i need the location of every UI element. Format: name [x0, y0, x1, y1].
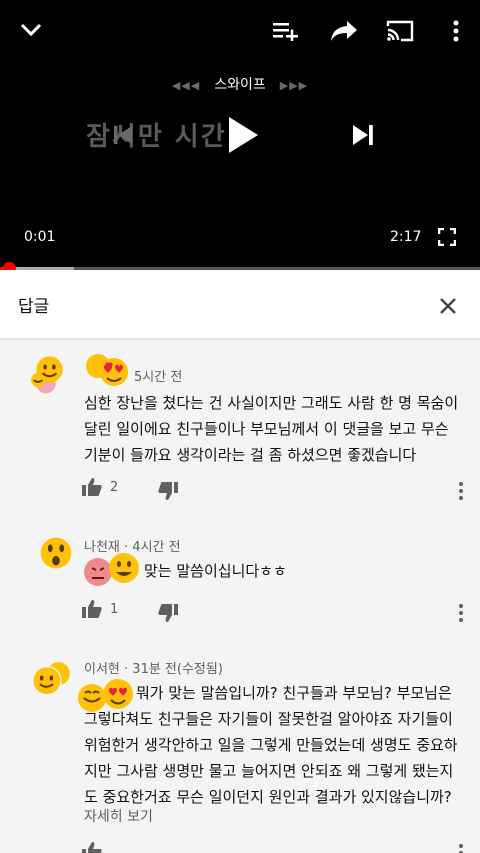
share-arrow-icon	[331, 21, 357, 41]
comment-menu-button[interactable]	[458, 604, 464, 624]
play-icon	[229, 117, 258, 153]
skip-next-icon	[353, 125, 373, 145]
share-button[interactable]	[328, 18, 360, 44]
fullscreen-icon	[438, 228, 456, 246]
cast-button[interactable]	[384, 17, 416, 45]
avatar[interactable]	[24, 352, 68, 396]
comment-author: 이서현	[84, 662, 120, 677]
play-button[interactable]	[220, 110, 266, 160]
avatar[interactable]	[34, 532, 78, 576]
previous-button[interactable]	[108, 118, 138, 152]
like-button[interactable]	[82, 842, 102, 853]
more-options-button[interactable]	[446, 17, 466, 45]
like-button[interactable]: 1	[82, 600, 118, 618]
comment-author-time: 이서현 · 31분 전(수정됨)	[84, 662, 223, 677]
collapse-button[interactable]	[16, 18, 46, 42]
comment-time: 5시간 전	[134, 370, 183, 385]
read-more-link[interactable]: 자세히 보기	[84, 806, 153, 826]
thumbs-down-icon	[158, 604, 178, 622]
swipe-right-arrows: ▶▶▶	[279, 79, 309, 92]
add-to-queue-button[interactable]	[270, 18, 302, 44]
dislike-button[interactable]	[158, 482, 178, 500]
avatar[interactable]	[32, 656, 76, 700]
comment-time: 31분 전(수정됨)	[132, 662, 223, 677]
thumbs-down-icon	[158, 482, 178, 500]
fullscreen-button[interactable]	[436, 226, 458, 248]
like-button[interactable]: 2	[82, 478, 118, 496]
cast-icon	[386, 20, 414, 42]
next-button[interactable]	[348, 118, 378, 152]
close-button[interactable]	[436, 294, 460, 318]
thumbs-up-icon	[82, 600, 102, 618]
current-time: 0:01	[24, 229, 56, 245]
playlist-add-icon	[273, 23, 298, 41]
skip-previous-icon	[114, 126, 132, 144]
thumbs-up-icon	[82, 478, 102, 496]
comment-menu-button[interactable]	[458, 482, 464, 502]
swipe-label: 스와이프	[214, 77, 266, 93]
panel-title: 답글	[18, 297, 50, 317]
face-emoji-icon	[84, 553, 139, 586]
heart-eyes-emoji-icon	[86, 354, 128, 386]
like-count: 2	[110, 479, 119, 495]
swipe-left-arrows: ◀◀◀	[171, 79, 201, 92]
thumbs-up-icon	[82, 842, 102, 853]
comment-text: 맞는 말씀이십니다ㅎㅎ	[144, 562, 287, 580]
duration: 2:17	[390, 229, 422, 245]
comment-menu-button[interactable]	[458, 844, 464, 853]
chevron-down-icon	[20, 23, 42, 37]
swipe-hint: ◀◀◀ 스와이프 ▶▶▶	[0, 74, 480, 94]
comment-text: 뭐가 맞는 말씀입니까? 친구들과 부모님? 부모님은 그렇다쳐도 친구들은 자…	[84, 684, 458, 806]
close-icon	[440, 298, 456, 314]
like-count: 1	[110, 601, 119, 617]
video-player[interactable]: ◀◀◀ 스와이프 ▶▶▶ 잠시만 시간 0:01 2:17	[0, 0, 480, 275]
comment-text: 심한 장난을 쳤다는 건 사실이지만 그래도 사람 한 명 목숨이 달린 일이에…	[84, 394, 459, 464]
dislike-button[interactable]	[158, 604, 178, 622]
replies-panel-header: 답글	[0, 270, 480, 338]
vertical-dots-icon	[453, 20, 459, 42]
